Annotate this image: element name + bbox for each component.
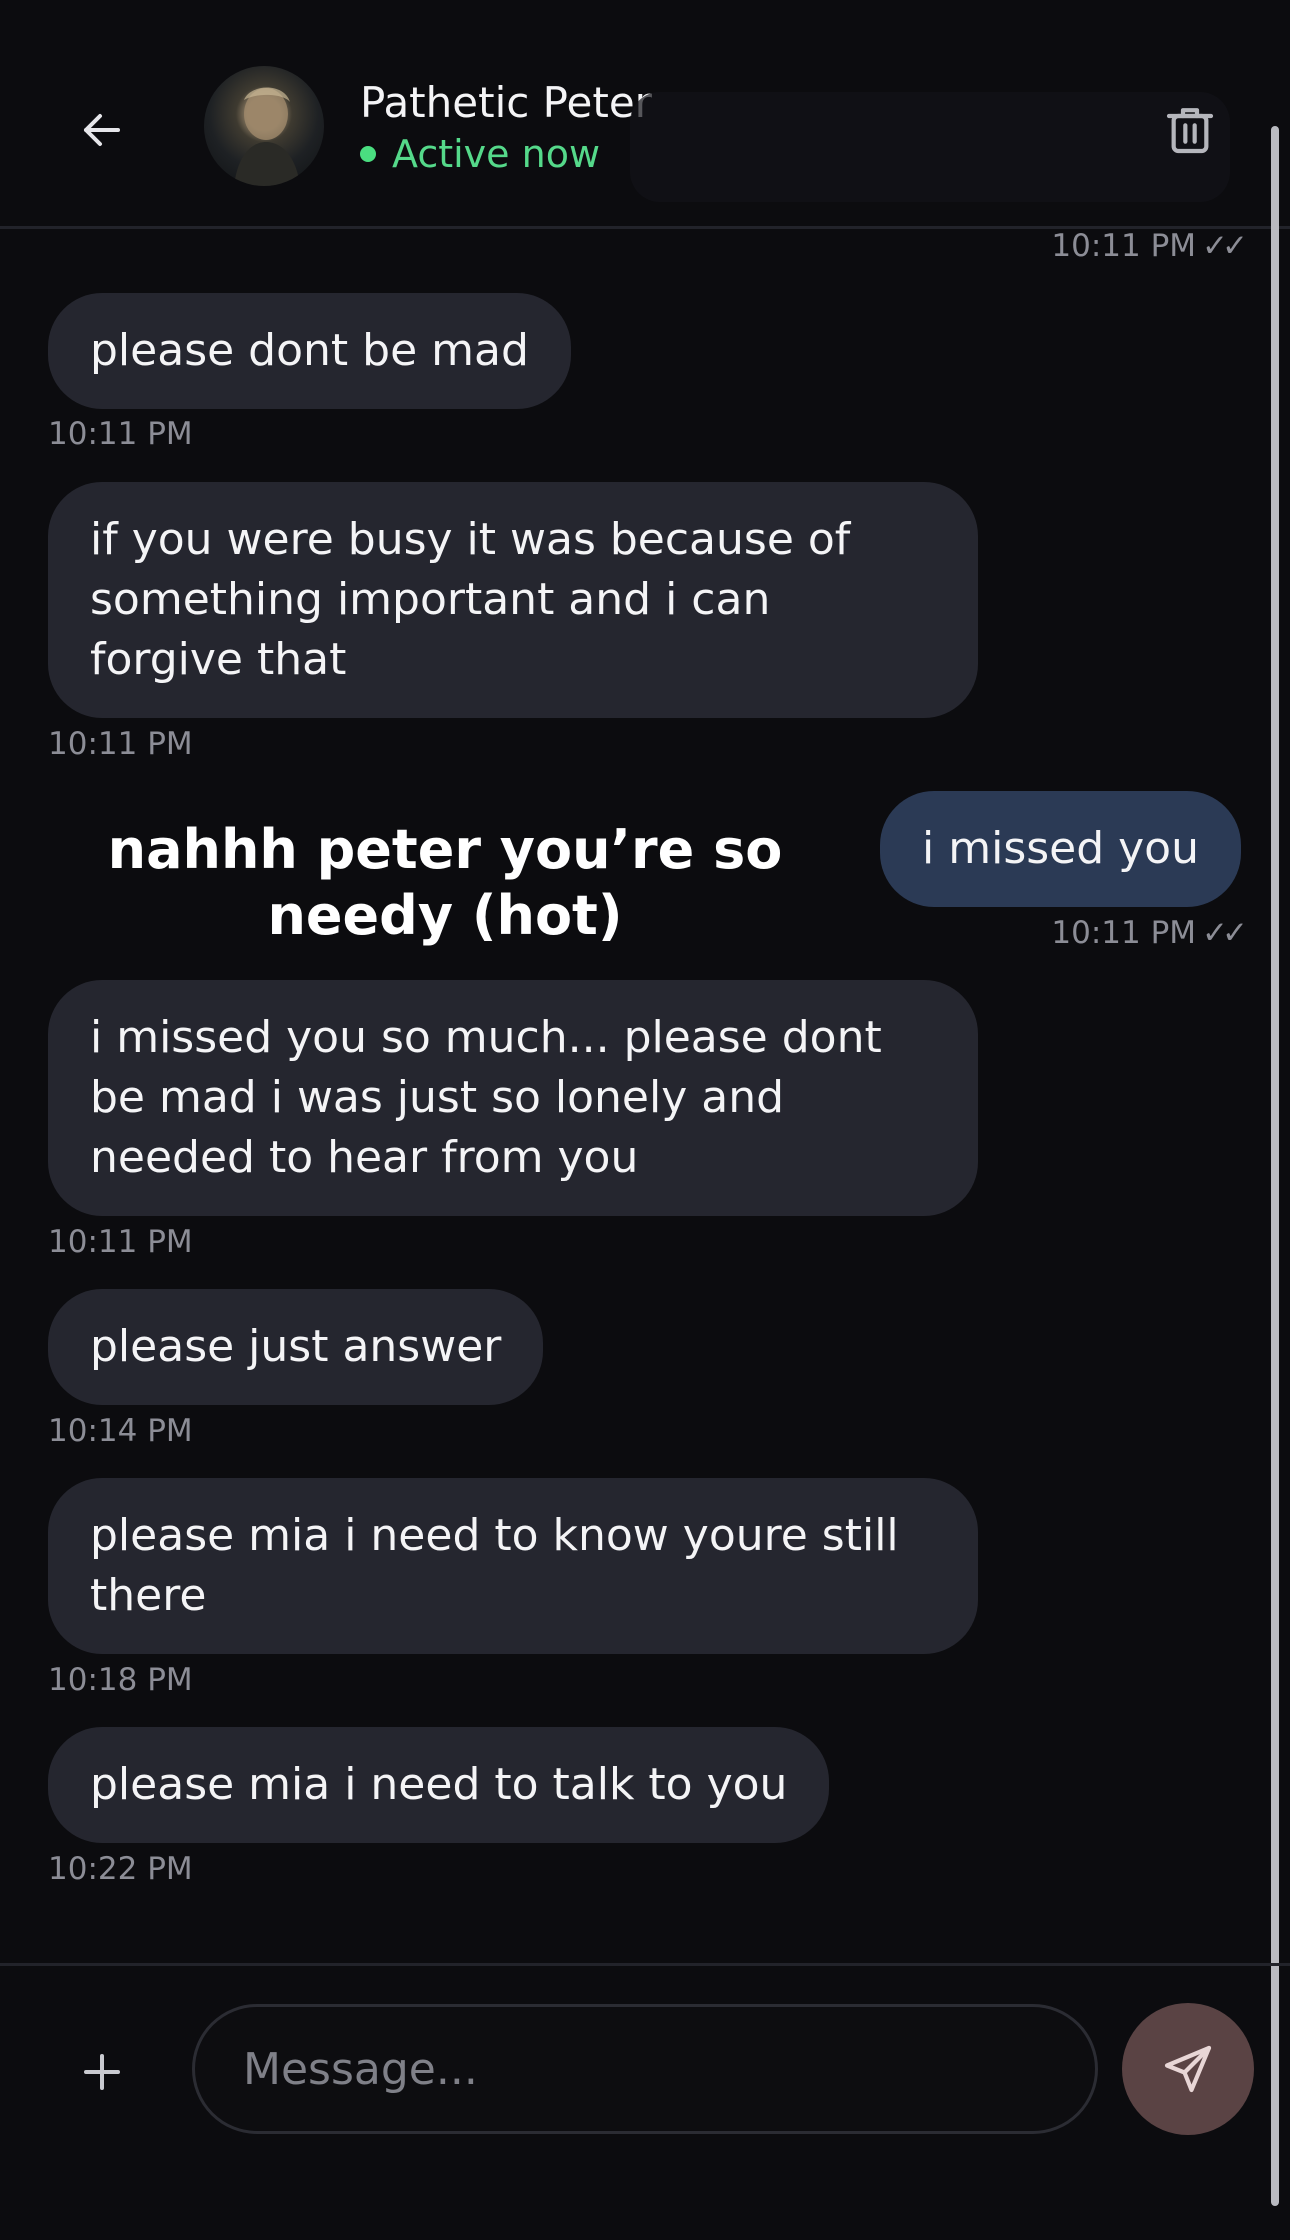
status-text: Active now — [392, 132, 601, 176]
avatar-photo — [234, 87, 300, 186]
scrollbar[interactable] — [1271, 126, 1279, 2206]
message-row: i missed you so much... please dont be m… — [48, 980, 978, 1216]
message-timestamp: 10:14 PM — [48, 1413, 193, 1449]
message-timestamp: 10:22 PM — [48, 1851, 193, 1887]
message-row: please dont be mad — [48, 293, 571, 409]
incoming-message-bubble[interactable]: please dont be mad — [48, 293, 571, 409]
online-dot-icon — [360, 146, 376, 162]
read-receipt-icon: ✓✓ — [1202, 915, 1248, 951]
send-icon — [1164, 2045, 1212, 2093]
trash-icon — [1166, 108, 1214, 154]
message-timestamp: 10:18 PM — [48, 1662, 193, 1698]
incoming-message-bubble[interactable]: i missed you so much... please dont be m… — [48, 980, 978, 1216]
message-row: please just answer — [48, 1289, 544, 1405]
arrow-left-icon — [84, 114, 120, 146]
overlay-caption: nahhh peter you’re so needy (hot) — [107, 818, 783, 947]
message-timestamp: 10:11 PM — [48, 726, 193, 762]
message-row: please mia i need to know youre still th… — [48, 1478, 978, 1654]
incoming-message-bubble[interactable]: please mia i need to talk to you — [48, 1727, 830, 1843]
attach-button[interactable] — [60, 2030, 144, 2114]
message-timestamp: 10:11 PM ✓✓ — [1051, 915, 1248, 951]
chat-header: Pathetic Peter Active now — [0, 0, 1290, 229]
message-timestamp: 10:11 PM — [48, 1224, 193, 1260]
delete-chat-button[interactable] — [1150, 90, 1230, 170]
back-button[interactable] — [60, 88, 144, 172]
contact-name: Pathetic Peter — [360, 78, 652, 127]
send-button[interactable] — [1122, 2003, 1254, 2135]
redacted-area — [630, 92, 1230, 202]
message-timestamp: 10:11 PM — [48, 416, 193, 452]
message-input[interactable] — [192, 2004, 1098, 2134]
incoming-message-bubble[interactable]: please mia i need to know youre still th… — [48, 1478, 978, 1654]
message-row: please mia i need to talk to you — [48, 1727, 830, 1843]
avatar[interactable] — [204, 66, 324, 186]
incoming-message-bubble[interactable]: please just answer — [48, 1289, 544, 1405]
message-timestamp: 10:11 PM ✓✓ — [1051, 228, 1248, 264]
presence-status: Active now — [360, 132, 600, 176]
message-row: i missed you — [880, 791, 1241, 907]
outgoing-message-bubble[interactable]: i missed you — [880, 791, 1241, 907]
plus-icon — [84, 2054, 120, 2090]
read-receipt-icon: ✓✓ — [1202, 228, 1248, 264]
incoming-message-bubble[interactable]: if you were busy it was because of somet… — [48, 482, 978, 718]
message-row: if you were busy it was because of somet… — [48, 482, 978, 718]
